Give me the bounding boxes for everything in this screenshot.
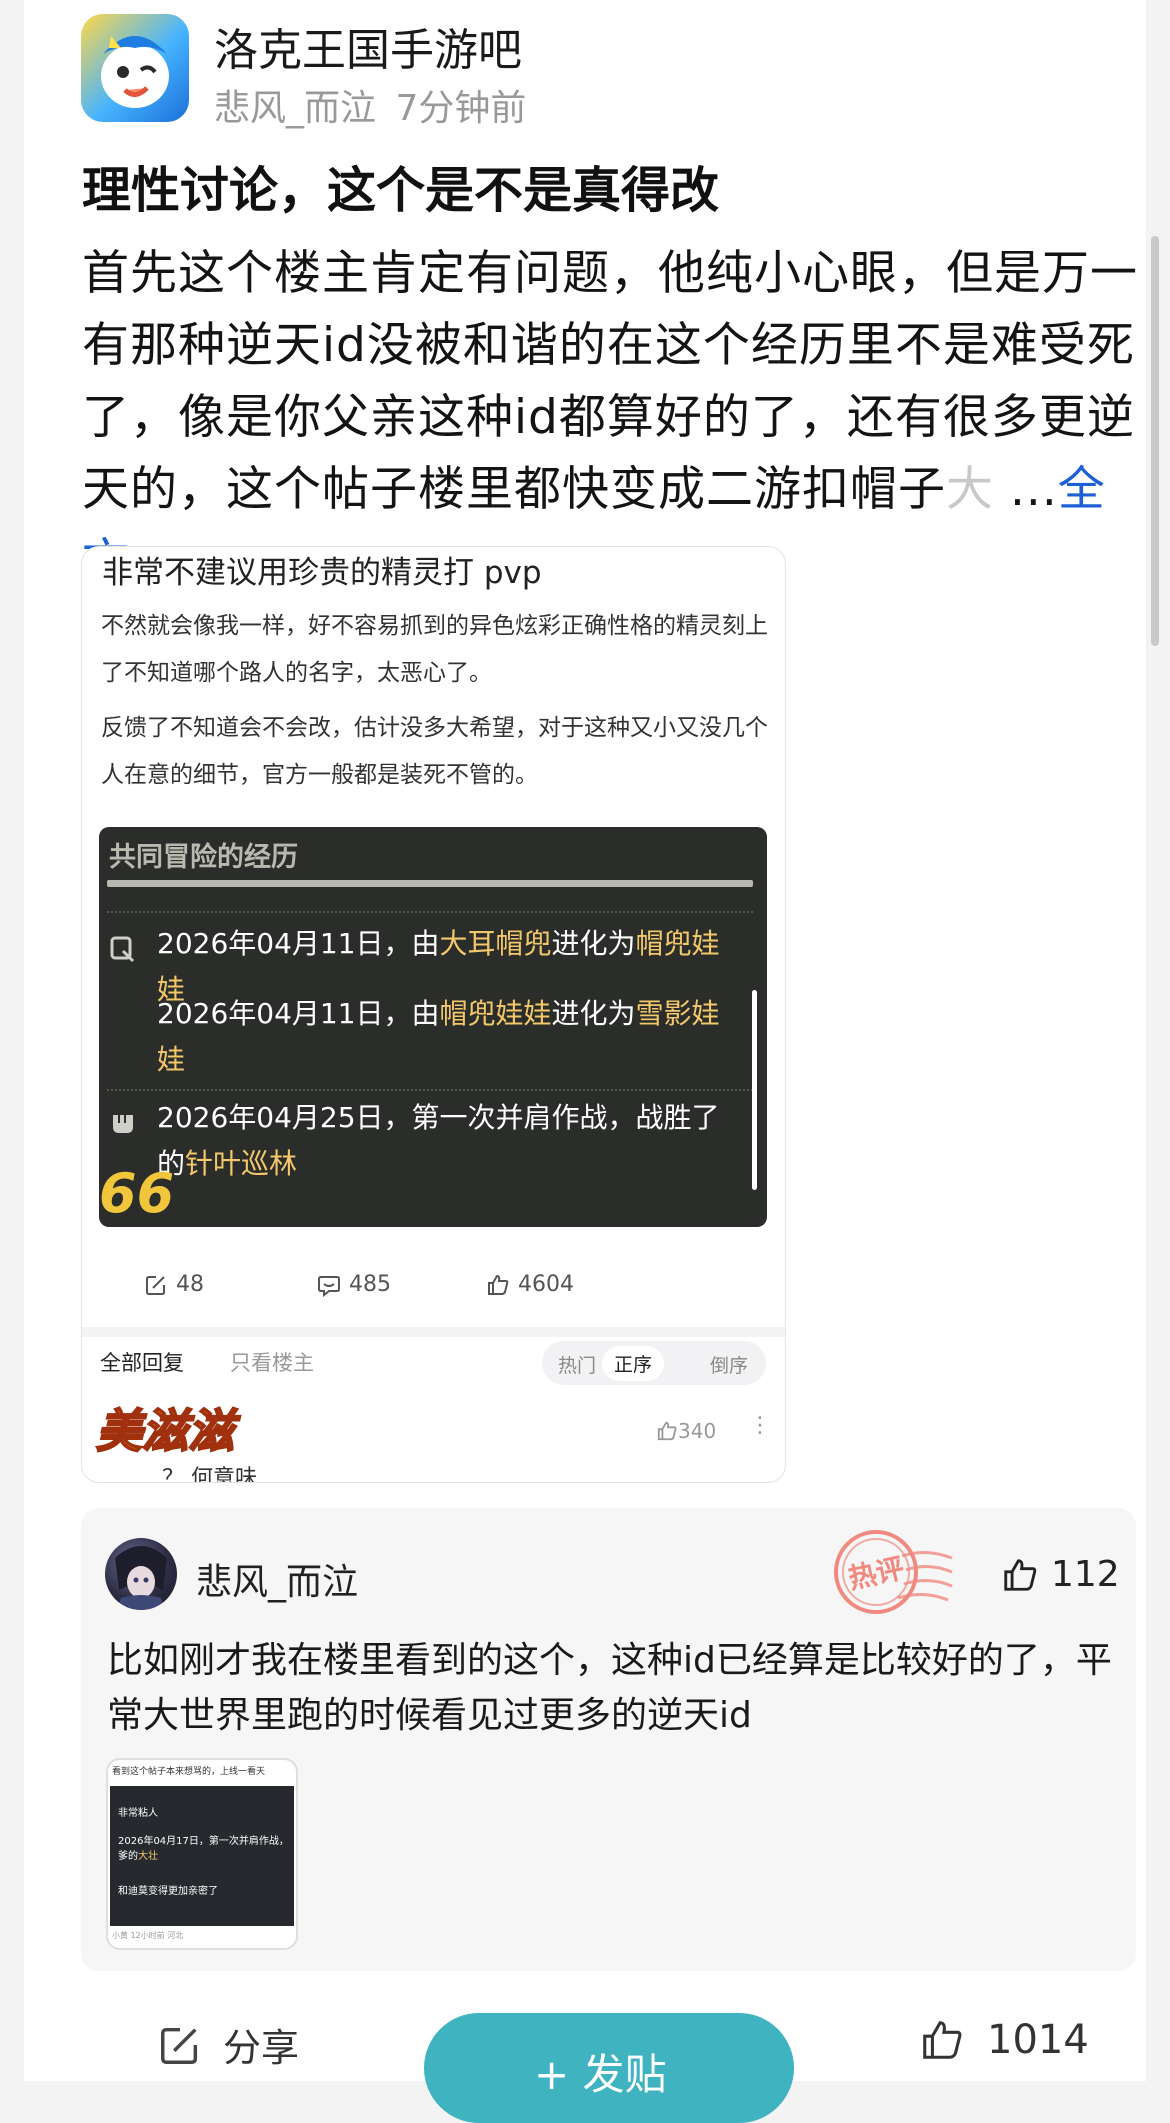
embedded-paragraph-2: 反馈了不知道会不会改，估计没多大希望，对于这种又小又没几个人在意的细节，官方一般… [101, 715, 768, 788]
comment-image-thumbnail[interactable]: 看到这个帖子本来想骂的，上线一看天 非常粘人 2026年04月17日，第一次并肩… [106, 1758, 298, 1950]
sort-hot: 热门 [558, 1355, 597, 1377]
sort-reverse: 倒序 [710, 1355, 749, 1377]
post-like-count: 1014 [987, 2017, 1089, 2063]
post-body-ellipsis: ... [1009, 462, 1058, 517]
post-time: 7分钟前 [395, 88, 527, 129]
thumb-line-1: 非常粘人 [118, 1808, 158, 1819]
post-image[interactable]: 非常不建议用珍贵的精灵打 pvp 不然就会像我一样，好不容易抓到的异色炫彩正确性… [81, 546, 786, 1483]
post-body[interactable]: 首先这个楼主肯定有问题，他纯小心眼，但是万一有那种逆天id没被和谐的在这个经历里… [82, 238, 1142, 598]
comment-like-button[interactable]: 112 [1001, 1554, 1120, 1595]
thumb-line-2: 2026年04月17日，第一次并肩作战， 爹的大壮 [118, 1836, 289, 1862]
evolve-icon [110, 936, 135, 963]
embedded-title: 非常不建议用珍贵的精灵打 pvp [102, 555, 542, 591]
dotted-divider-2 [107, 1089, 753, 1091]
forum-name[interactable]: 洛克王国手游吧 [214, 14, 522, 78]
post-meta: 悲风_而泣 7分钟前 [214, 79, 526, 131]
post-like-button[interactable]: 1014 [919, 2017, 1089, 2063]
thumb-bottom-text: 小黄 12小时前 河北 [112, 1931, 184, 1940]
battle-entry: 2026年04月25日，第一次并肩作战，战胜了 的针叶巡林 [157, 1101, 720, 1180]
comment-like-count: 112 [1051, 1554, 1120, 1595]
dotted-divider [107, 911, 753, 913]
thumbs-up-icon [923, 2021, 962, 2059]
thumb-top-text: 看到这个帖子本来想骂的，上线一看天 [112, 1767, 266, 1777]
tab-only-op: 只看楼主 [230, 1351, 314, 1375]
edit-icon [146, 1275, 165, 1295]
new-post-button[interactable]: + 发贴 [424, 2013, 794, 2123]
page-scrollbar[interactable] [1151, 236, 1159, 646]
fist-icon [113, 1115, 133, 1133]
reply-text: ？ 何意味 [162, 1466, 257, 1483]
adventure-history-header: 共同冒险的经历 [109, 842, 298, 873]
section-divider [82, 1327, 785, 1337]
sort-order: 正序 [602, 1346, 665, 1381]
share-icon [161, 2027, 198, 2064]
embedded-stats-bar: 48 485 4604 [82, 1262, 785, 1312]
reply-like: 340 [656, 1419, 716, 1443]
thumbs-up-icon [1004, 1558, 1037, 1591]
thumb-line-3: 和迪莫变得更加亲密了 [118, 1886, 218, 1897]
post-page: 洛克王国手游吧 悲风_而泣 7分钟前 理性讨论，这个是不是真得改 首先这个楼主肯… [24, 0, 1146, 2123]
more-icon: ⋮ [749, 1413, 771, 1438]
share-button[interactable]: 分享 [157, 2017, 299, 2072]
post-author[interactable]: 悲风_而泣 [214, 88, 376, 129]
svg-text:热评: 热评 [845, 1552, 907, 1596]
hot-comment-stamp-icon: 热评 [834, 1530, 953, 1614]
forum-avatar[interactable] [81, 14, 189, 122]
reply-sticker: 美滋滋 [95, 1403, 235, 1459]
thumbs-up-icon [657, 1421, 677, 1441]
thumbs-up-icon [488, 1274, 509, 1295]
header-underline [107, 880, 753, 887]
embedded-repost-stat: 48 [144, 1272, 204, 1297]
evolution-entry-2: 2026年04月11日，由帽兜娃娃进化为雪影娃娃 [157, 997, 720, 1076]
commenter-name[interactable]: 悲风_而泣 [196, 1553, 358, 1605]
hot-comment[interactable]: 悲风_而泣 热评 112 比如刚才我在楼里看到的这个，这种id已经算是比较好的了… [81, 1508, 1136, 1971]
new-post-label: + 发贴 [534, 2050, 667, 2099]
comment-icon [318, 1275, 340, 1297]
embedded-like-stat: 4604 [486, 1272, 574, 1297]
embedded-comment-stat: 485 [317, 1272, 391, 1297]
level-badge: 66 [99, 1162, 175, 1225]
commenter-avatar[interactable] [105, 1538, 177, 1610]
tab-all-replies: 全部回复 [100, 1351, 184, 1375]
post-body-fade: 大 [946, 462, 994, 517]
adventure-history-panel: 共同冒险的经历 2026年04月11日，由大耳帽兜进化为帽兜娃娃 2026年04… [99, 827, 767, 1227]
comment-text: 比如刚才我在楼里看到的这个，这种id已经算是比较好的了，平常大世界里跑的时候看见… [107, 1640, 1112, 1736]
thumb-panel: 非常粘人 2026年04月17日，第一次并肩作战， 爹的大壮 和迪莫变得更加亲密了 [110, 1786, 294, 1926]
embedded-paragraph-1: 不然就会像我一样，好不容易抓到的异色炫彩正确性格的精灵刻上了不知道哪个路人的名字… [101, 613, 768, 686]
sort-toggle: 热门 正序 倒序 [542, 1341, 766, 1385]
post-title: 理性讨论，这个是不是真得改 [82, 162, 720, 219]
panel-scrollbar[interactable] [752, 990, 757, 1190]
